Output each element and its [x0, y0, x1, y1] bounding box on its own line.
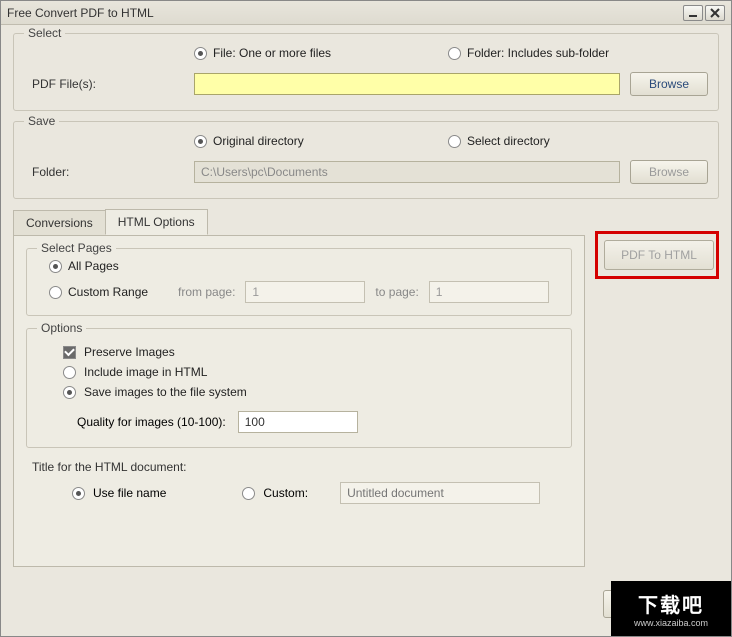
tab-conversions[interactable]: Conversions	[13, 210, 106, 235]
radio-include-image-label: Include image in HTML	[84, 365, 207, 379]
pdf-files-input[interactable]	[194, 73, 620, 95]
radio-custom-title-label: Custom:	[263, 486, 308, 500]
radio-custom-title[interactable]	[242, 487, 255, 500]
radio-folder-label: Folder: Includes sub-folder	[467, 46, 609, 60]
pdf-to-html-highlight: PDF To HTML	[595, 231, 719, 279]
watermark: 下载吧 www.xiazaiba.com	[611, 581, 731, 636]
title-doc-label: Title for the HTML document:	[32, 460, 572, 474]
radio-include-image[interactable]	[63, 366, 76, 379]
window-title: Free Convert PDF to HTML	[7, 6, 681, 20]
radio-all-pages-label: All Pages	[68, 259, 119, 273]
options-legend: Options	[37, 321, 86, 335]
save-group: Save Original directory Select directory…	[13, 121, 719, 199]
select-pages-legend: Select Pages	[37, 241, 116, 255]
to-page-input	[429, 281, 549, 303]
radio-file[interactable]	[194, 47, 207, 60]
folder-label: Folder:	[24, 165, 194, 179]
close-button[interactable]	[705, 5, 725, 21]
folder-input	[194, 161, 620, 183]
radio-custom-range-label: Custom Range	[68, 285, 148, 299]
watermark-text: 下载吧	[638, 589, 704, 618]
options-group: Options Preserve Images Include image in…	[26, 328, 572, 448]
tabs-header: Conversions HTML Options	[13, 209, 585, 235]
radio-save-images-fs[interactable]	[63, 386, 76, 399]
radio-original-dir[interactable]	[194, 135, 207, 148]
check-preserve-images[interactable]	[63, 346, 76, 359]
radio-original-dir-label: Original directory	[213, 134, 304, 148]
pdf-files-label: PDF File(s):	[24, 77, 194, 91]
radio-save-images-fs-label: Save images to the file system	[84, 385, 247, 399]
custom-title-input	[340, 482, 540, 504]
browse-file-button[interactable]: Browse	[630, 72, 708, 96]
select-legend: Select	[24, 26, 65, 40]
quality-label: Quality for images (10-100):	[77, 415, 226, 429]
save-legend: Save	[24, 114, 59, 128]
radio-use-filename[interactable]	[72, 487, 85, 500]
select-pages-group: Select Pages All Pages Custom Range from…	[26, 248, 572, 316]
quality-input[interactable]	[238, 411, 358, 433]
check-preserve-images-label: Preserve Images	[84, 345, 175, 359]
pdf-to-html-button: PDF To HTML	[604, 240, 714, 270]
tab-html-options[interactable]: HTML Options	[105, 209, 208, 235]
tabs-body: Select Pages All Pages Custom Range from…	[13, 235, 585, 567]
from-page-input	[245, 281, 365, 303]
from-page-label: from page:	[178, 285, 235, 299]
radio-select-dir[interactable]	[448, 135, 461, 148]
minimize-button[interactable]	[683, 5, 703, 21]
radio-file-label: File: One or more files	[213, 46, 331, 60]
radio-all-pages[interactable]	[49, 260, 62, 273]
watermark-url: www.xiazaiba.com	[634, 618, 708, 628]
radio-select-dir-label: Select directory	[467, 134, 550, 148]
titlebar: Free Convert PDF to HTML	[1, 1, 731, 25]
radio-custom-range[interactable]	[49, 286, 62, 299]
select-group: Select File: One or more files Folder: I…	[13, 33, 719, 111]
radio-folder[interactable]	[448, 47, 461, 60]
radio-use-filename-label: Use file name	[93, 486, 166, 500]
browse-folder-button: Browse	[630, 160, 708, 184]
to-page-label: to page:	[375, 285, 418, 299]
